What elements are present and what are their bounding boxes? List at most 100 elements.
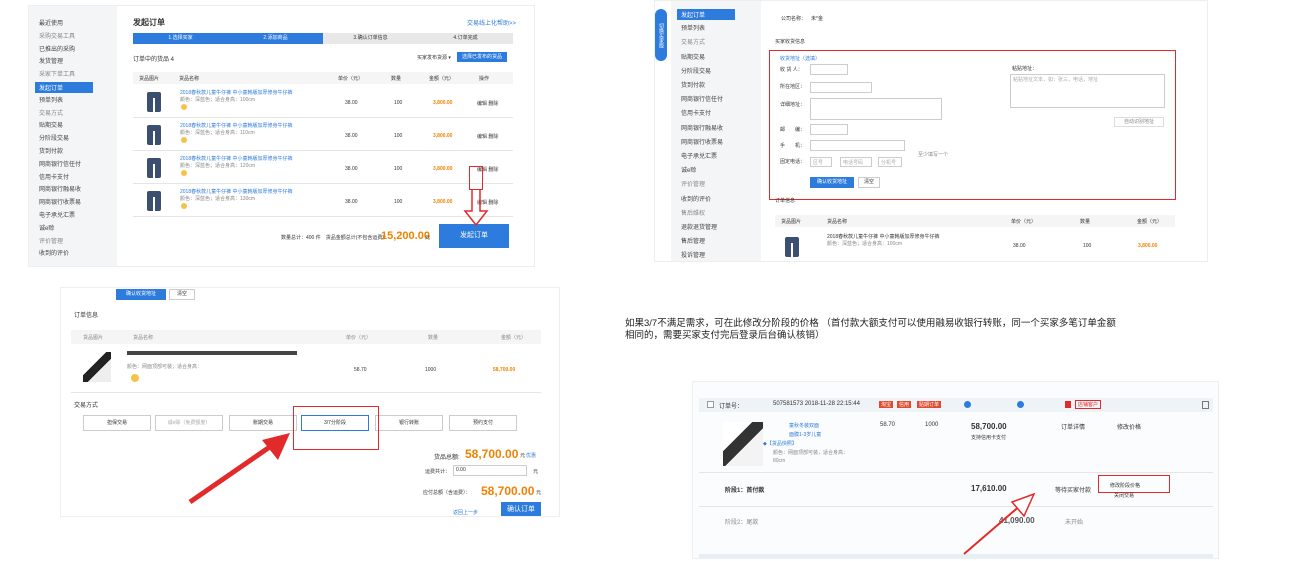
- close-trade-link[interactable]: 关闭交易: [1114, 492, 1134, 499]
- sidebar-item-11[interactable]: 网商银行信任付: [39, 159, 81, 168]
- arrow-down-icon: [463, 189, 489, 227]
- product-price: 38.00: [345, 199, 358, 205]
- sidebar-item-13[interactable]: 收到的评价: [681, 194, 711, 203]
- switch-buyer-tab[interactable]: 切换买家版: [655, 9, 667, 61]
- ww-icon-2[interactable]: [1017, 401, 1024, 408]
- sidebar-item-16[interactable]: 售后管理: [681, 236, 705, 245]
- discount-link[interactable]: 优惠: [526, 452, 536, 459]
- item-snapshot[interactable]: ◆【货品快照】: [763, 440, 797, 447]
- item-size: 80cm: [773, 458, 786, 464]
- seller-filter[interactable]: 买家发布货源 ▾: [417, 54, 451, 61]
- receiver-input[interactable]: [810, 64, 848, 75]
- sidebar-item-3[interactable]: 发货管理: [39, 56, 63, 65]
- sidebar-item-3[interactable]: 贴期交易: [681, 52, 705, 61]
- sidebar-item-6[interactable]: 预单列表: [39, 95, 63, 104]
- step-1: 1.选择买家: [133, 33, 228, 44]
- form-label-2: 详细地址：: [780, 102, 806, 108]
- note-line-1: 如果3/7不满足需求，可在此修改分阶段的价格 （首付款大额支付可以使用融易收银行…: [625, 318, 1116, 329]
- order-detail-link[interactable]: 订单详情: [1061, 422, 1085, 431]
- product-thumbnail: [147, 158, 161, 178]
- sidebar-item-10[interactable]: 电子承兑汇票: [681, 151, 717, 160]
- product-name[interactable]: 2018春秋款儿童牛仔裤 中小童韩版加厚修身牛仔裤: [827, 233, 940, 240]
- sidebar-item-14[interactable]: 网商银行收票易: [39, 197, 81, 206]
- sidebar-item-7[interactable]: 信用卡支付: [681, 108, 711, 117]
- sidebar-item-0[interactable]: 发起订单: [677, 9, 735, 20]
- trade-method-5[interactable]: 预约支付: [449, 415, 517, 431]
- ext-input[interactable]: 分机号: [878, 157, 902, 167]
- sidebar-item-6[interactable]: 网商银行信任付: [681, 94, 723, 103]
- shop-customer-tag: 店铺客户: [1075, 400, 1102, 409]
- sidebar-item-5[interactable]: 货到付款: [681, 80, 705, 89]
- bottom-bar: [699, 554, 1213, 558]
- area-code-input[interactable]: 区号: [810, 157, 832, 167]
- create-order-button[interactable]: 发起订单: [439, 224, 509, 248]
- sidebar-item-5[interactable]: 发起订单: [35, 82, 93, 93]
- order-label: 订单号：: [719, 404, 744, 410]
- sidebar-item-12: 评价管理: [681, 182, 706, 189]
- parse-address-button[interactable]: 自动识别地址: [1114, 117, 1164, 127]
- select-checkbox[interactable]: [707, 401, 714, 408]
- clear-button[interactable]: 清空: [858, 177, 880, 188]
- tel-input[interactable]: 电话号码: [840, 157, 872, 167]
- freight-input[interactable]: 0.00: [453, 465, 527, 476]
- quick-address-input[interactable]: 粘贴地址文本，如：张三，电话，地址: [1010, 74, 1165, 108]
- sidebar-item-1: 采购交易工具: [39, 33, 76, 40]
- select-goods-button[interactable]: 选择已发布的货品: [457, 52, 507, 62]
- item-line-2[interactable]: 面膜1-3岁儿童: [789, 431, 821, 438]
- product-thumbnail: [83, 352, 111, 382]
- product-qty: 100: [1083, 243, 1092, 249]
- sidebar-item-16[interactable]: 诚e赊: [39, 223, 54, 232]
- sidebar-item-15[interactable]: 电子承兑汇票: [39, 210, 75, 219]
- note-icon[interactable]: [1202, 401, 1209, 409]
- sidebar-item-9[interactable]: 网商银行收票易: [681, 137, 723, 146]
- sidebar-item-17: 评价管理: [39, 238, 64, 245]
- modify-stage-price-link[interactable]: 修改阶段价格: [1110, 482, 1140, 489]
- confirm-address-button[interactable]: 确认收货地址: [810, 177, 854, 188]
- product-name[interactable]: 2018春秋款儿童牛仔裤 中小童韩版加厚修身牛仔裤: [180, 122, 293, 129]
- row-actions[interactable]: 编辑 删除: [477, 100, 498, 107]
- mobile-input[interactable]: [810, 140, 905, 151]
- sidebar-item-15[interactable]: 退款退货管理: [681, 222, 717, 231]
- modify-price-link[interactable]: 修改价格: [1117, 422, 1141, 431]
- ww-icon[interactable]: [964, 401, 971, 408]
- sidebar-item-12[interactable]: 信用卡支付: [39, 172, 69, 181]
- postcode-input[interactable]: [810, 124, 848, 135]
- product-name[interactable]: 2018春秋款儿童牛仔裤 中小童韩版加厚修身牛仔裤: [180, 155, 293, 162]
- sidebar-item-9[interactable]: 分阶段交易: [39, 133, 69, 142]
- confirm-order-panel: 确认收货地址 清空 订单信息 货品图片 货品名称 单价（元） 数量 金额（元） …: [60, 287, 560, 517]
- product-amount: 58,700.00: [493, 367, 516, 373]
- trade-method-4[interactable]: 银行转账: [375, 415, 443, 431]
- confirm-address-button[interactable]: 确认收货地址: [116, 289, 166, 300]
- item-line-1[interactable]: 童秋冬装双面: [789, 422, 819, 429]
- sidebar-item-10[interactable]: 货到付款: [39, 146, 63, 155]
- region-select[interactable]: [810, 82, 872, 93]
- freight-label: 运费共计：: [425, 469, 451, 475]
- back-link[interactable]: 返回上一步: [453, 509, 478, 516]
- taobao-tag: 淘宝: [879, 401, 894, 408]
- clear-button[interactable]: 清空: [169, 289, 195, 300]
- detail-address-input[interactable]: [810, 98, 942, 120]
- trade-method-0[interactable]: 担保交易: [83, 415, 151, 431]
- phone-hint: 至少填写一个: [918, 152, 949, 158]
- product-amount: 3,800.00: [1138, 243, 1158, 249]
- row-actions[interactable]: 编辑 删除: [477, 133, 498, 140]
- sidebar-item-8[interactable]: 网商银行融易收: [681, 123, 723, 132]
- sidebar-item-0[interactable]: 最近使用: [39, 18, 63, 27]
- sidebar-item-2[interactable]: 已推出的采购: [39, 44, 75, 53]
- product-name[interactable]: 2018春秋款儿童牛仔裤 中小童韩版加厚修身牛仔裤: [180, 89, 293, 96]
- method-highlight: [293, 406, 379, 450]
- sidebar-item-18[interactable]: 收到的评价: [39, 248, 69, 257]
- sidebar-item-11[interactable]: 诚e赊: [681, 165, 696, 174]
- sidebar-item-4[interactable]: 分阶段交易: [681, 66, 711, 75]
- sidebar-item-17[interactable]: 投诉管理: [681, 250, 705, 259]
- product-spec: 颜色：深蓝色；适合身高：120cm: [180, 163, 256, 169]
- product-name[interactable]: 2018春秋款儿童牛仔裤 中小童韩版加厚修身牛仔裤: [180, 188, 293, 195]
- order-section: 订单信息: [74, 313, 99, 319]
- help-link[interactable]: 交易线上化帮助>>: [467, 18, 516, 27]
- sidebar-item-8[interactable]: 贴期交易: [39, 120, 63, 129]
- sidebar-item-2: 交易方式: [681, 40, 706, 47]
- sidebar-item-13[interactable]: 网商银行融易收: [39, 184, 81, 193]
- sidebar-item-1[interactable]: 预单列表: [681, 23, 705, 32]
- confirm-order-button[interactable]: 确认订单: [501, 502, 541, 516]
- product-thumbnail: [147, 125, 161, 145]
